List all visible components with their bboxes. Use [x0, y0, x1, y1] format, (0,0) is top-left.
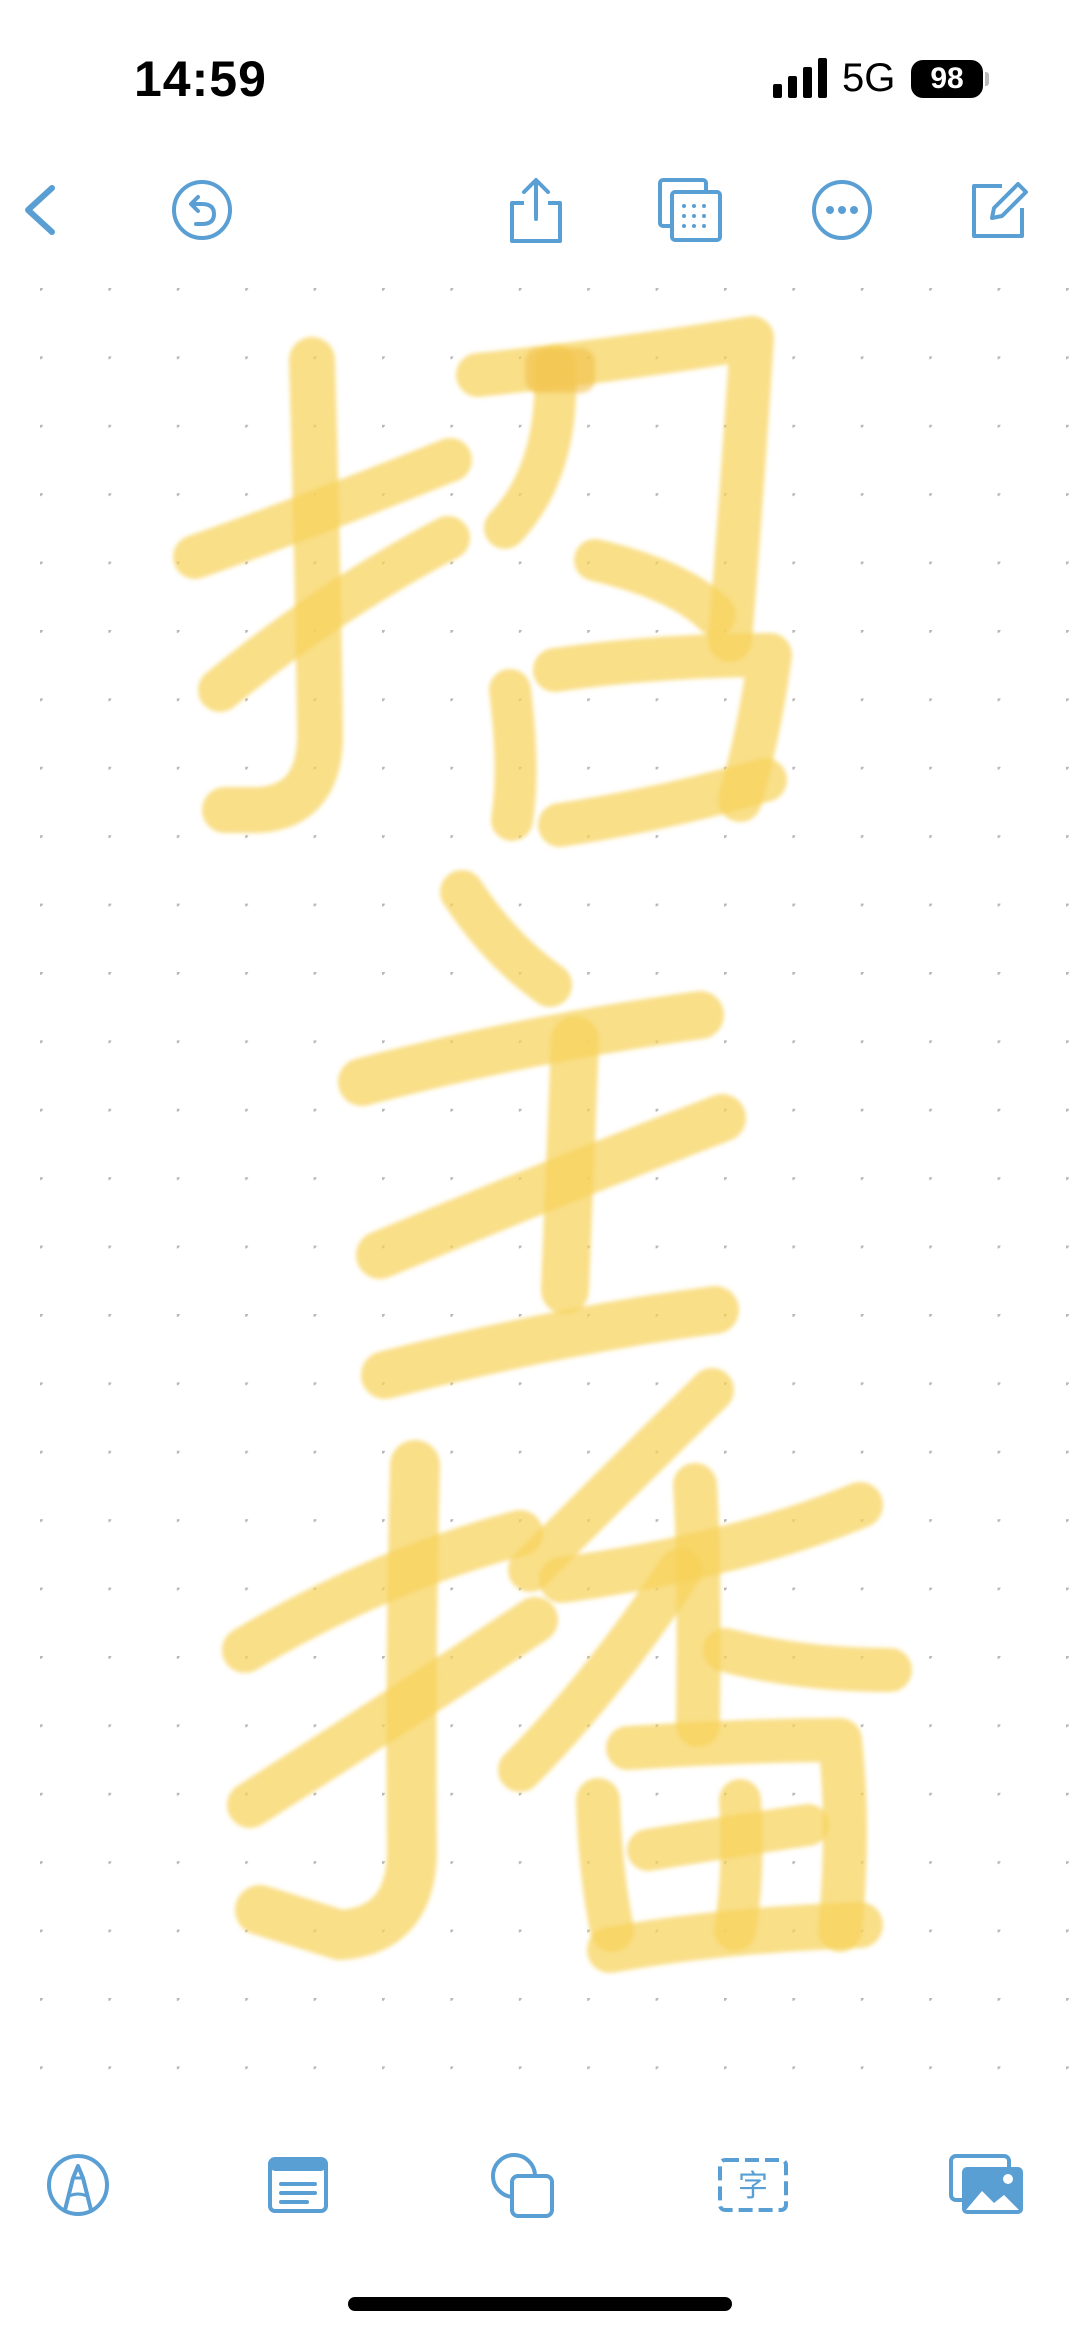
text-note-icon — [268, 2157, 328, 2213]
text-box-icon: 字 — [718, 2158, 788, 2212]
shapes-icon — [491, 2153, 554, 2218]
pen-tool-button[interactable] — [33, 2140, 123, 2230]
image-icon — [949, 2154, 1023, 2214]
bottom-toolbar: 字 — [0, 2130, 1080, 2240]
top-toolbar — [0, 150, 1080, 270]
battery-nub — [985, 72, 989, 86]
share-button[interactable] — [496, 170, 576, 250]
shapes-button[interactable] — [478, 2140, 568, 2230]
cellular-signal-icon — [773, 58, 827, 98]
text-box-glyph: 字 — [738, 2169, 768, 2204]
home-indicator[interactable] — [348, 2297, 732, 2311]
network-type-label: 5G — [842, 56, 896, 100]
new-note-button[interactable] — [958, 170, 1038, 250]
page-grid-icon — [658, 178, 722, 242]
more-icon — [812, 180, 872, 240]
undo-icon — [172, 180, 232, 240]
status-time: 14:59 — [134, 51, 267, 107]
insert-image-button[interactable] — [942, 2140, 1032, 2230]
handwriting-character-bo — [222, 1368, 912, 1973]
text-box-button[interactable]: 字 — [708, 2140, 798, 2230]
back-button[interactable] — [2, 170, 82, 250]
compose-icon — [972, 182, 1028, 238]
more-options-button[interactable] — [802, 170, 882, 250]
share-icon — [510, 178, 562, 243]
drawing-canvas[interactable] — [0, 270, 1080, 2110]
battery-indicator: 98 — [911, 60, 983, 98]
chevron-left-icon — [25, 185, 55, 235]
text-note-button[interactable] — [253, 2140, 343, 2230]
pen-tool-icon — [47, 2154, 109, 2216]
notes-canvas-screen: 14:59 5G 98 字 — [0, 0, 1080, 2341]
status-bar: 14:59 5G 98 — [0, 0, 1080, 150]
undo-button[interactable] — [162, 170, 242, 250]
page-background-button[interactable] — [650, 170, 730, 250]
